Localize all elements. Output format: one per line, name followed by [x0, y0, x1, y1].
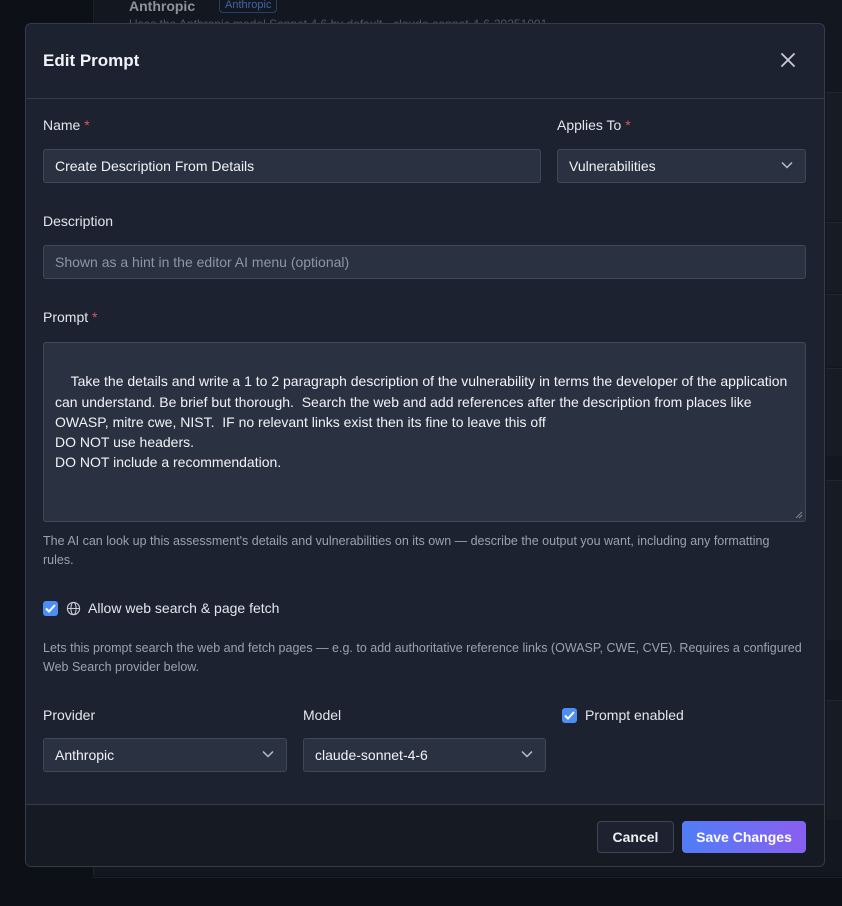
description-label: Description: [43, 213, 114, 229]
edit-prompt-dialog: Edit Prompt Name * Create Description Fr…: [25, 23, 825, 867]
checkmark-icon: [564, 711, 575, 720]
model-value: claude-sonnet-4-6: [315, 747, 428, 763]
name-label: Name *: [43, 117, 90, 133]
prompt-textarea[interactable]: Take the details and write a 1 to 2 para…: [43, 342, 806, 522]
model-label: Model: [303, 707, 342, 723]
close-icon: [781, 53, 795, 67]
resize-handle-icon[interactable]: [795, 511, 803, 519]
background-row: [826, 294, 842, 366]
applies-to-select[interactable]: Vulnerabilities: [557, 149, 806, 183]
applies-to-label-text: Applies To: [557, 117, 622, 133]
provider-select[interactable]: Anthropic: [43, 738, 287, 772]
prompt-text: Take the details and write a 1 to 2 para…: [55, 373, 788, 471]
background-row: [826, 222, 842, 292]
applies-to-label: Applies To *: [557, 117, 631, 133]
chevron-down-icon: [521, 750, 533, 758]
name-input-value: Create Description From Details: [55, 158, 255, 174]
model-select[interactable]: claude-sonnet-4-6: [303, 738, 546, 772]
cancel-button[interactable]: Cancel: [597, 821, 674, 853]
description-input[interactable]: Shown as a hint in the editor AI menu (o…: [43, 245, 806, 279]
background-divider: [93, 877, 842, 878]
required-mark: *: [84, 117, 90, 133]
prompt-label: Prompt *: [43, 309, 97, 325]
web-search-checkbox[interactable]: [43, 601, 58, 616]
background-provider-badge: Anthropic: [219, 0, 278, 13]
prompt-enabled-checkbox[interactable]: [562, 708, 577, 723]
background-row: [826, 480, 842, 640]
dialog-title: Edit Prompt: [43, 51, 140, 70]
background-card-title: Anthropic: [129, 0, 196, 14]
provider-value: Anthropic: [55, 747, 115, 763]
prompt-label-text: Prompt: [43, 309, 89, 325]
required-mark: *: [92, 309, 98, 325]
background-row: [826, 92, 842, 220]
chevron-down-icon: [781, 161, 793, 169]
provider-label: Provider: [43, 707, 96, 723]
save-changes-button[interactable]: Save Changes: [682, 821, 806, 853]
chevron-down-icon: [262, 750, 274, 758]
web-search-help-text: Lets this prompt search the web and fetc…: [43, 641, 802, 674]
description-placeholder: Shown as a hint in the editor AI menu (o…: [55, 254, 350, 270]
prompt-enabled-label: Prompt enabled: [585, 707, 684, 723]
web-search-label: Allow web search & page fetch: [88, 600, 280, 616]
background-row: [826, 700, 842, 820]
prompt-help-text: The AI can look up this assessment's det…: [43, 534, 770, 567]
dialog-footer: Cancel Save Changes: [26, 804, 824, 866]
globe-icon: [66, 601, 81, 616]
dialog-header: Edit Prompt: [26, 24, 824, 99]
applies-to-value: Vulnerabilities: [569, 158, 656, 174]
required-mark: *: [625, 117, 631, 133]
checkmark-icon: [45, 604, 56, 613]
name-input[interactable]: Create Description From Details: [43, 149, 541, 183]
background-row: [826, 368, 842, 456]
name-label-text: Name: [43, 117, 81, 133]
close-button[interactable]: [778, 50, 798, 70]
